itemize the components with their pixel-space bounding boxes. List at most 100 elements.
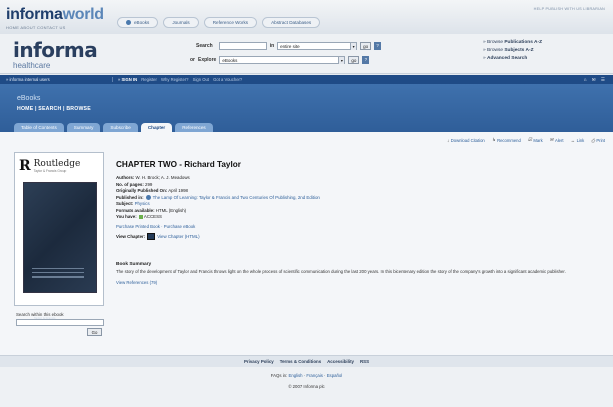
access-value: ACCESS bbox=[143, 214, 162, 219]
published-value: April 1998 bbox=[168, 188, 188, 193]
top-tab-abstract-databases[interactable]: Abstract Databases bbox=[262, 17, 321, 28]
content-area: ↓ Download Citation ↳ Recommend ☑ Mark ✉ Ale… bbox=[0, 132, 613, 355]
book-cover[interactable]: R Routledge Taylor & Francis Group Taylo… bbox=[14, 152, 104, 320]
faq-francais-link[interactable]: Français bbox=[306, 373, 322, 378]
top-bar: informaworld HOME ABOUT CONTACT US eBook… bbox=[0, 0, 613, 34]
tab-summary[interactable]: Summary bbox=[66, 123, 101, 132]
alert-action[interactable]: ✉ Alert bbox=[550, 137, 564, 143]
subject-link[interactable]: Physics bbox=[135, 201, 150, 206]
link-icon: ↔ bbox=[570, 137, 576, 143]
in-label: in bbox=[269, 43, 275, 49]
checkbox-icon: ☑ bbox=[527, 137, 532, 142]
terms-link[interactable]: Terms & Conditions bbox=[280, 359, 321, 364]
footer: FAQs in: English · Français · Español © … bbox=[0, 367, 613, 407]
top-tab-journals[interactable]: Journals bbox=[163, 17, 199, 28]
or-label: or bbox=[190, 57, 195, 63]
faq-english-link[interactable]: English bbox=[288, 373, 302, 378]
browse-links: » Browse Publications A-Z » Browse Subje… bbox=[483, 40, 542, 64]
chevron-down-icon: ▾ bbox=[350, 42, 357, 50]
account-nav: » informa internal users » SIGN IN Regis… bbox=[0, 75, 613, 84]
rss-link[interactable]: RSS bbox=[360, 359, 369, 364]
explore-row: or Explore eBooks ▾ go ? bbox=[190, 56, 370, 64]
accessibility-link[interactable]: Accessibility bbox=[327, 359, 354, 364]
explore-label: Explore bbox=[198, 57, 217, 63]
privacy-policy-link[interactable]: Privacy Policy bbox=[244, 359, 274, 364]
faq-line: FAQs in: English · Français · Español bbox=[270, 373, 343, 378]
action-toolbar: ↓ Download Citation ↳ Recommend ☑ Mark ✉ Ale… bbox=[447, 137, 605, 143]
chevron-down-icon: ▾ bbox=[338, 56, 345, 64]
help-icon[interactable]: ? bbox=[374, 42, 382, 50]
content-tabs: Table of Contents Summary Subscribe Chap… bbox=[14, 123, 213, 132]
print-action[interactable]: ⎙ Print bbox=[591, 137, 605, 143]
view-references-link[interactable]: View References (79) bbox=[116, 280, 606, 285]
published-in-link[interactable]: The Lamp Of Learning: Taylor & Francis a… bbox=[153, 195, 320, 200]
purchase-ebook-link[interactable]: Purchase eBook bbox=[164, 224, 196, 229]
routledge-logo: R Routledge Taylor & Francis Group bbox=[19, 157, 101, 175]
product-header: eBooks HOME | SEARCH | BROWSE Table of C… bbox=[0, 84, 613, 132]
envelope-icon: ✉ bbox=[549, 137, 554, 142]
informaworld-logo[interactable]: informaworld bbox=[6, 6, 104, 24]
nav-icons[interactable]: ⌂ ✉ ☰ bbox=[584, 77, 613, 83]
top-links[interactable]: HOME ABOUT CONTACT US bbox=[6, 25, 66, 30]
cover-image: Taylor & Francis bbox=[23, 182, 97, 320]
authors-value: W. H. Brock; A. J. Meadows bbox=[135, 175, 190, 180]
internal-users-link[interactable]: » informa internal users bbox=[0, 77, 113, 82]
search-within-input[interactable] bbox=[16, 319, 104, 326]
book-icon bbox=[145, 194, 151, 200]
html-icon[interactable] bbox=[147, 232, 156, 240]
pages-value: 299 bbox=[145, 181, 153, 187]
product-title: eBooks bbox=[17, 95, 41, 102]
download-citation-action[interactable]: ↓ Download Citation bbox=[447, 137, 485, 143]
search-go-button[interactable]: go bbox=[360, 42, 372, 50]
explore-select[interactable]: eBooks ▾ bbox=[219, 56, 346, 64]
copyright: © 2007 Informa plc bbox=[288, 384, 325, 389]
chapter-meta: Authors: W. H. Brock; A. J. Meadows No. … bbox=[116, 175, 320, 219]
top-tab-reference-works[interactable]: Reference Works bbox=[203, 17, 258, 28]
formats-value: HTML (English) bbox=[155, 207, 187, 213]
search-scope-select[interactable]: entire site ▾ bbox=[277, 42, 358, 50]
print-icon: ⎙ bbox=[591, 137, 595, 143]
purchase-printed-book-link[interactable]: Purchase Printed Book bbox=[116, 224, 160, 229]
view-chapter-link[interactable]: View Chapter (HTML) bbox=[157, 234, 199, 239]
recommend-icon: ↳ bbox=[491, 137, 496, 142]
publisher-name: Routledge bbox=[33, 158, 81, 169]
summary-text: The story of the development of Taylor a… bbox=[116, 268, 566, 274]
browse-publications-link[interactable]: » Browse Publications A-Z bbox=[483, 40, 542, 45]
footer-links: Privacy Policy Terms & Conditions Access… bbox=[0, 355, 613, 367]
access-icon bbox=[138, 214, 143, 219]
faq-espanol-link[interactable]: Español bbox=[327, 373, 343, 378]
product-subnav[interactable]: HOME | SEARCH | BROWSE bbox=[17, 106, 91, 112]
tab-references[interactable]: References bbox=[175, 123, 213, 132]
informa-logo[interactable]: informa bbox=[13, 38, 98, 62]
voucher-link[interactable]: Got a Voucher? bbox=[213, 77, 242, 82]
ebooks-icon bbox=[126, 20, 131, 25]
link-action[interactable]: ↔ Link bbox=[571, 137, 585, 143]
chapter-title: CHAPTER TWO - Richard Taylor bbox=[116, 160, 241, 169]
tab-table-of-contents[interactable]: Table of Contents bbox=[14, 123, 64, 132]
view-chapter-row: View Chapter: View Chapter (HTML) bbox=[116, 232, 200, 240]
tab-chapter[interactable]: Chapter bbox=[140, 123, 173, 132]
help-icon[interactable]: ? bbox=[362, 56, 370, 64]
purchase-links: Purchase Printed Book · Purchase eBook bbox=[116, 223, 196, 229]
sign-in-link[interactable]: SIGN IN bbox=[122, 77, 138, 82]
summary-heading: Book Summary bbox=[116, 261, 152, 267]
advanced-search-link[interactable]: » Advanced Search bbox=[483, 56, 542, 61]
explore-go-button[interactable]: go bbox=[348, 56, 360, 64]
recommend-action[interactable]: ↳ Recommend bbox=[492, 137, 521, 143]
search-within-go-button[interactable]: Go bbox=[87, 328, 102, 336]
search-row: Search in entire site ▾ go ? bbox=[196, 42, 382, 50]
healthcare-label: healthcare bbox=[13, 61, 51, 70]
browse-subjects-link[interactable]: » Browse Subjects A-Z bbox=[483, 48, 542, 53]
register-link[interactable]: Register bbox=[141, 77, 157, 82]
cover-decoration bbox=[32, 268, 84, 281]
mark-action[interactable]: ☑ Mark bbox=[528, 137, 543, 143]
tab-subscribe[interactable]: Subscribe bbox=[103, 123, 138, 132]
routledge-r-icon: R bbox=[19, 158, 31, 174]
why-register-link[interactable]: Why Register? bbox=[161, 77, 188, 82]
top-tab-ebooks[interactable]: eBooks bbox=[117, 17, 159, 28]
search-input[interactable] bbox=[218, 42, 267, 50]
publisher-tag: Taylor & Francis Group bbox=[33, 168, 67, 173]
sign-out-link[interactable]: Sign Out bbox=[193, 77, 209, 82]
chapter-details: CHAPTER TWO - Richard Taylor Authors: W.… bbox=[116, 160, 606, 285]
top-right-links[interactable]: HELP PUBLISH WITH US LIBRARIAN bbox=[534, 7, 605, 11]
